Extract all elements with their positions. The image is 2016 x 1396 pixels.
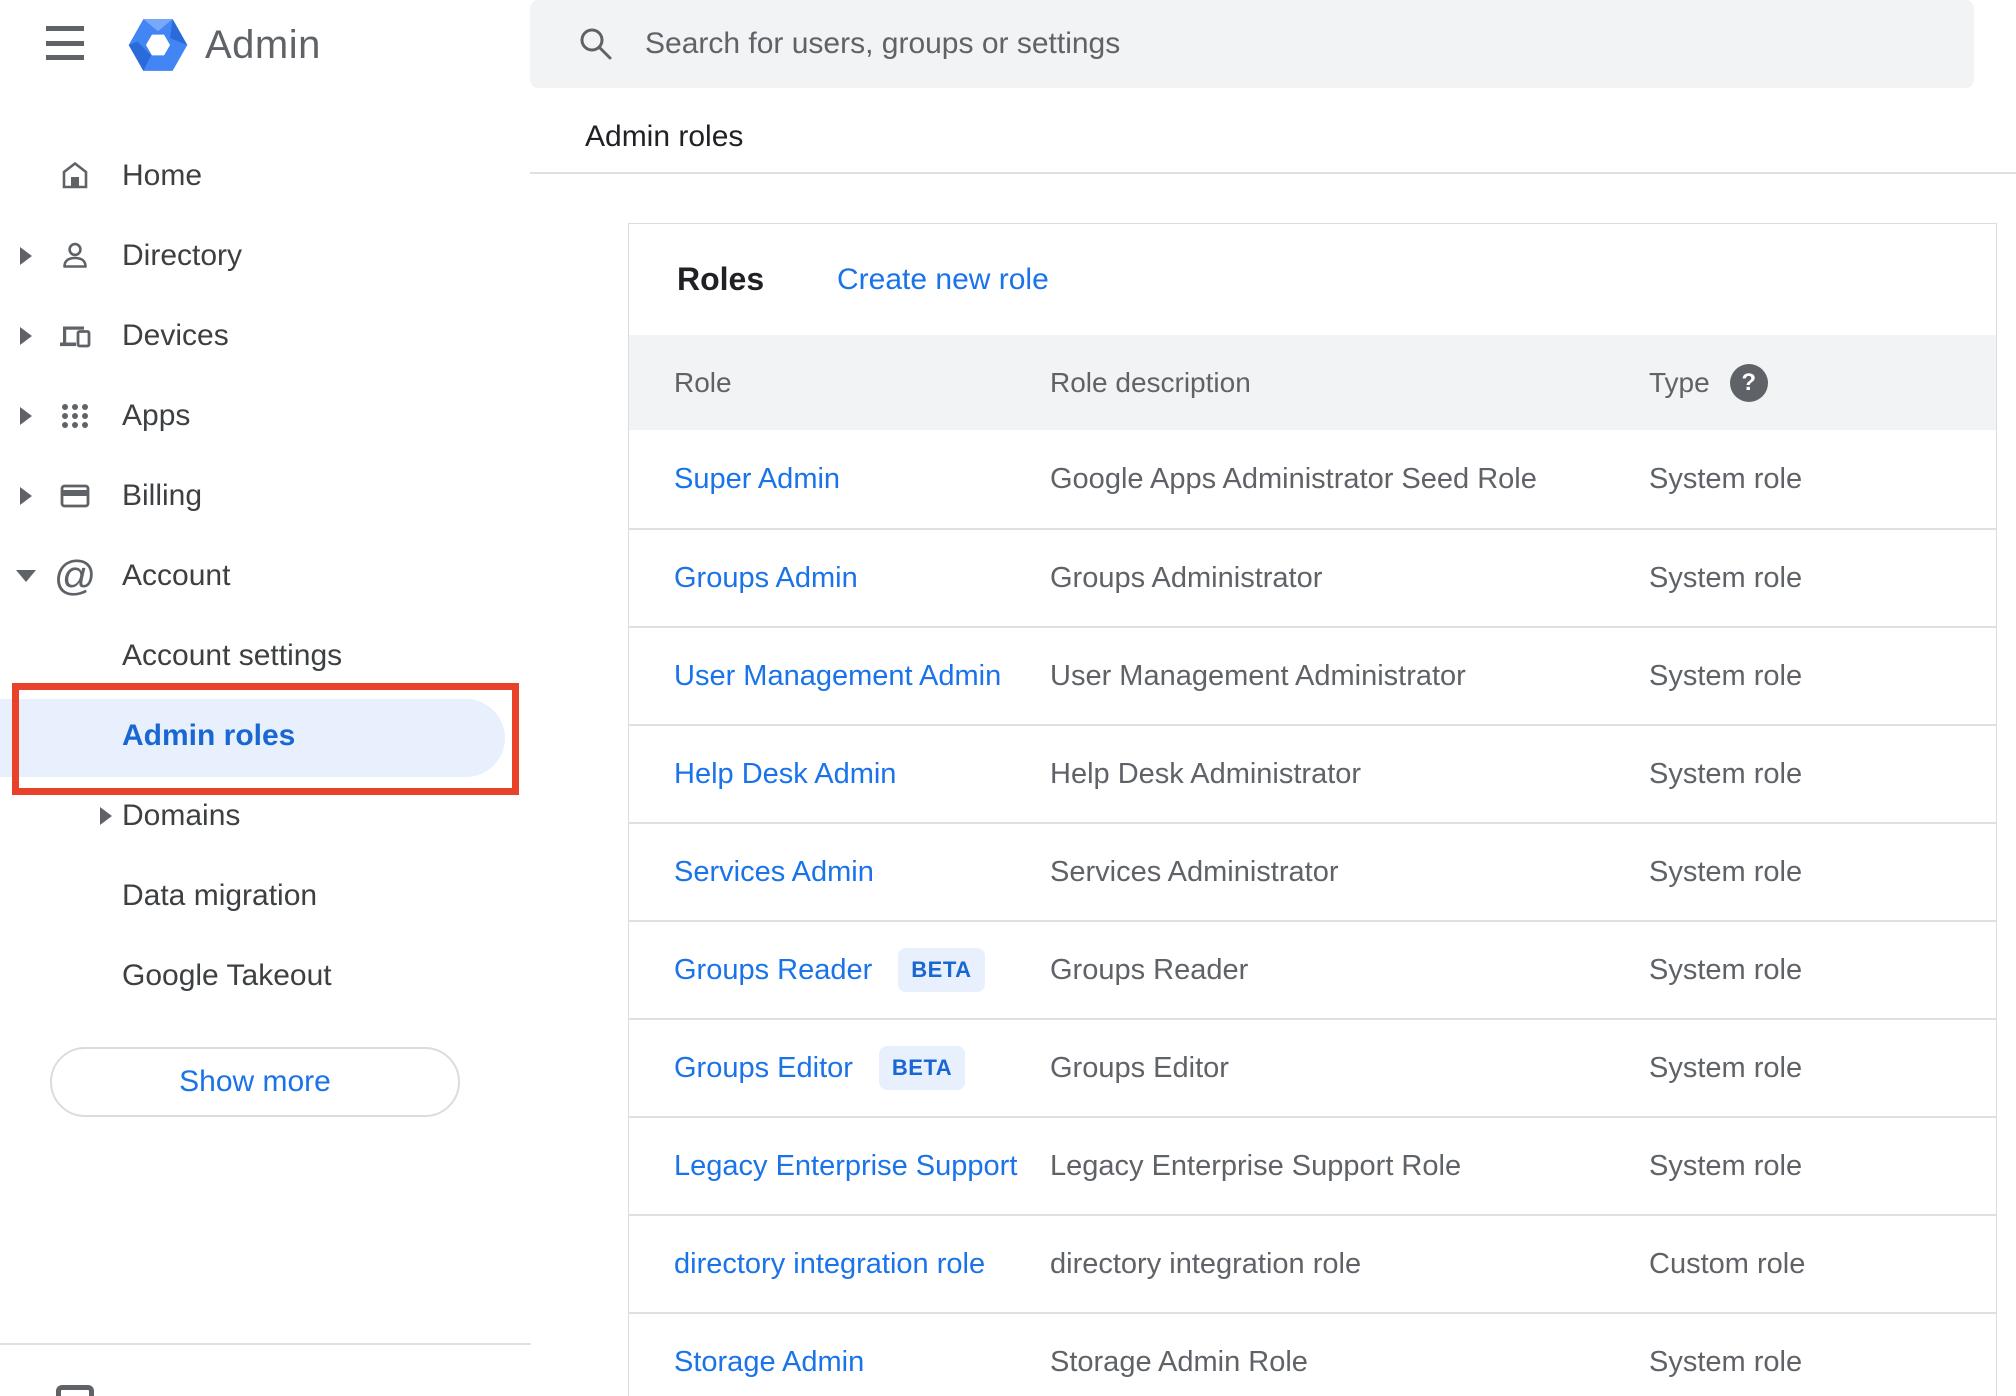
role-link[interactable]: Storage Admin [674,1346,864,1379]
panel-title: Roles [677,261,765,297]
sidebar-item-label: Data migration [122,879,318,912]
sidebar-item-label: Admin roles [122,719,296,752]
role-link[interactable]: Super Admin [674,463,840,496]
role-type: System role [1649,1149,1803,1182]
role-link[interactable]: Groups Editor [674,1052,853,1085]
role-type: Custom role [1649,1247,1806,1280]
role-description: directory integration role [1050,1247,1362,1280]
sidebar-item-account-settings[interactable]: Account settings [0,616,531,696]
column-header-type-label: Type [1649,366,1710,398]
role-description: Services Administrator [1050,855,1339,888]
sidebar-item-directory[interactable]: Directory [0,216,531,296]
role-type: System role [1649,1345,1803,1378]
at-sign-icon: @ [53,552,97,599]
home-icon [57,158,93,194]
sidebar-item-label: Directory [122,239,243,272]
table-row: Groups Admin Groups Administrator System… [629,528,1996,626]
expand-down-icon[interactable] [16,570,36,582]
expand-right-icon[interactable] [20,407,32,425]
sidebar-item-account[interactable]: @ Account [0,536,531,616]
role-type: System role [1649,757,1803,790]
table-row: User Management Admin User Management Ad… [629,626,1996,724]
sidebar-item-data-migration[interactable]: Data migration [0,856,531,936]
role-description: Google Apps Administrator Seed Role [1050,462,1537,495]
role-description: Legacy Enterprise Support Role [1050,1149,1462,1182]
role-description: Groups Reader [1050,953,1249,986]
expand-right-icon[interactable] [100,807,112,825]
partial-bottom-icon [56,1385,94,1396]
app-title: Admin [205,22,321,67]
table-row: directory integration role directory int… [629,1214,1996,1312]
sidebar-item-label: Domains [122,799,241,832]
apps-grid-icon [57,398,93,434]
table-row: Super Admin Google Apps Administrator Se… [629,430,1996,528]
expand-right-icon[interactable] [20,327,32,345]
devices-icon [57,318,93,354]
table-row: Help Desk Admin Help Desk Administrator … [629,724,1996,822]
role-description: User Management Administrator [1050,659,1466,692]
sidebar-item-label: Billing [122,479,203,512]
expand-right-icon[interactable] [20,487,32,505]
admin-console-page: Admin Home Directory Devices Apps Billin… [0,0,2016,1396]
column-header-role: Role [674,366,732,398]
admin-logo: Admin [127,14,321,76]
sidebar-item-admin-roles[interactable]: Admin roles [0,696,531,776]
breadcrumb-divider [530,172,2016,174]
table-header-row: Role Role description Type ? [629,335,1996,430]
role-description: Groups Editor [1050,1051,1229,1084]
role-type: System role [1649,462,1803,495]
credit-card-icon [57,478,93,514]
roles-panel: Roles Create new role Role Role descript… [628,223,1997,1396]
sidebar-item-domains[interactable]: Domains [0,776,531,856]
sidebar-item-apps[interactable]: Apps [0,376,531,456]
search-input[interactable] [530,0,1974,88]
table-row: Services Admin Services Administrator Sy… [629,822,1996,920]
person-icon [57,238,93,274]
create-new-role-link[interactable]: Create new role [837,263,1049,297]
show-more-button[interactable]: Show more [50,1047,460,1117]
role-link[interactable]: Groups Reader [674,954,872,987]
breadcrumb: Admin roles [585,120,744,153]
table-row: Legacy Enterprise Support Legacy Enterpr… [629,1116,1996,1214]
role-link[interactable]: Help Desk Admin [674,758,896,791]
table-row: Storage Admin Storage Admin Role System … [629,1312,1996,1396]
role-link[interactable]: directory integration role [674,1248,985,1281]
sidebar-item-devices[interactable]: Devices [0,296,531,376]
role-link[interactable]: Services Admin [674,856,874,889]
role-type: System role [1649,659,1803,692]
beta-badge: BETA [898,948,985,992]
column-header-description: Role description [1050,366,1251,398]
sidebar-item-billing[interactable]: Billing [0,456,531,536]
sidebar-item-label: Account [122,559,231,592]
sidebar-item-home[interactable]: Home [0,136,531,216]
sidebar-bottom-divider [0,1343,531,1345]
role-link[interactable]: Legacy Enterprise Support [674,1150,1017,1183]
sidebar-item-google-takeout[interactable]: Google Takeout [0,936,531,1016]
role-description: Help Desk Administrator [1050,757,1362,790]
role-link[interactable]: Groups Admin [674,562,858,595]
roles-panel-header: Roles Create new role [629,224,1996,335]
help-icon[interactable]: ? [1729,363,1768,402]
role-type: System role [1649,1051,1803,1084]
role-description: Groups Administrator [1050,561,1323,594]
role-type: System role [1649,953,1803,986]
table-row: Groups Reader BETA Groups Reader System … [629,920,1996,1018]
admin-hexagon-logo-icon [128,19,188,71]
role-type: System role [1649,561,1803,594]
role-description: Storage Admin Role [1050,1345,1308,1378]
sidebar-item-label: Home [122,159,203,192]
sidebar-item-label: Google Takeout [122,959,332,992]
role-type: System role [1649,855,1803,888]
sidebar-item-label: Devices [122,319,229,352]
menu-hamburger-icon[interactable] [46,26,94,60]
sidebar: Admin Home Directory Devices Apps Billin… [0,0,531,1396]
role-link[interactable]: User Management Admin [674,660,1001,693]
beta-badge: BETA [878,1046,966,1090]
sidebar-item-label: Account settings [122,639,343,672]
column-header-type: Type ? [1649,335,1768,430]
table-row: Groups Editor BETA Groups Editor System … [629,1018,1996,1116]
sidebar-item-label: Apps [122,399,191,432]
expand-right-icon[interactable] [20,247,32,265]
